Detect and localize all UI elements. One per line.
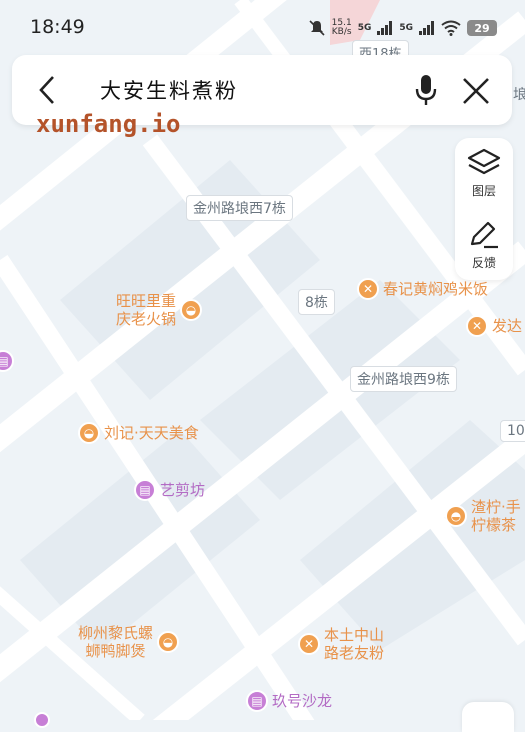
layers-button[interactable]: 图层 — [455, 148, 513, 199]
poi-shop-edge[interactable]: ▤ — [0, 350, 14, 372]
locate-button[interactable] — [462, 702, 514, 732]
bowl-icon: ◒ — [157, 631, 180, 653]
fork-knife-icon: ✕ — [298, 633, 320, 655]
mute-icon — [309, 20, 325, 36]
status-time: 18:49 — [30, 16, 85, 38]
poi-fastfood[interactable]: ✕ 本土中山 路老友粉 — [298, 626, 384, 662]
shop-icon: ▤ — [134, 479, 156, 501]
poi-fastfood[interactable]: ✕ 发达 — [466, 315, 522, 337]
poi-shop[interactable]: ▤ 艺剪坊 — [134, 479, 205, 501]
fork-knife-icon: ✕ — [357, 278, 379, 300]
wifi-icon — [441, 20, 461, 36]
status-bar: 18:49 15.1 KB/s 5G 5G 29 — [0, 0, 525, 56]
shop-icon: ▤ — [0, 350, 14, 372]
layers-label: 图层 — [471, 184, 496, 198]
map-tool-panel: 图层 反馈 — [455, 138, 513, 280]
fork-knife-icon: ✕ — [466, 315, 488, 337]
feedback-label: 反馈 — [471, 256, 496, 270]
poi-restaurant[interactable]: 旺旺里重 庆老火锅 ◒ — [116, 292, 203, 328]
poi-drink[interactable]: ◓ 渣柠·手 柠檬茶 — [445, 498, 521, 534]
poi-shop-bottom-edge[interactable] — [34, 712, 50, 728]
poi-fastfood[interactable]: ✕ 春记黄焖鸡米饭 — [357, 278, 488, 300]
net-speed: 15.1 KB/s — [331, 18, 352, 37]
signal-a-icon — [377, 21, 393, 35]
cup-icon: ◓ — [445, 505, 467, 527]
road-label: 8栋 — [298, 289, 335, 315]
watermark-text: xunfang.io — [36, 110, 181, 138]
poi-restaurant[interactable]: 柳州黎氏螺 蛳鸭脚煲 ◒ — [78, 624, 180, 660]
road-label: 金州路埌西9栋 — [350, 366, 457, 392]
layers-icon — [467, 148, 501, 175]
road-label-right-edge: 埌 — [513, 87, 525, 103]
feedback-button[interactable]: 反馈 — [455, 220, 513, 271]
battery-level: 29 — [474, 21, 490, 35]
battery-icon: 29 — [467, 20, 497, 36]
edit-icon — [470, 221, 498, 249]
road-label: 金州路埌西7栋 — [186, 195, 293, 221]
signal-b-label: 5G — [399, 23, 413, 33]
shop-icon — [34, 712, 50, 728]
bowl-icon: ◒ — [78, 422, 100, 444]
microphone-icon — [415, 75, 437, 105]
search-query[interactable]: 大安生料煮粉 — [100, 75, 238, 105]
road-label: 10 — [500, 420, 525, 442]
signal-a-label: 5G — [357, 23, 372, 33]
poi-shop[interactable]: ▤ 玖号沙龙 — [246, 690, 332, 712]
back-button[interactable] — [30, 73, 64, 107]
clear-button[interactable] — [458, 73, 494, 109]
poi-restaurant[interactable]: ◒ 刘记·天天美食 — [78, 422, 199, 444]
status-icons: 15.1 KB/s 5G 5G 29 — [308, 15, 497, 41]
bowl-icon: ◒ — [180, 299, 203, 321]
voice-button[interactable] — [408, 71, 444, 109]
close-icon — [463, 78, 489, 104]
back-arrow-icon — [39, 76, 54, 104]
shop-icon: ▤ — [246, 690, 268, 712]
signal-b-icon — [419, 21, 434, 35]
